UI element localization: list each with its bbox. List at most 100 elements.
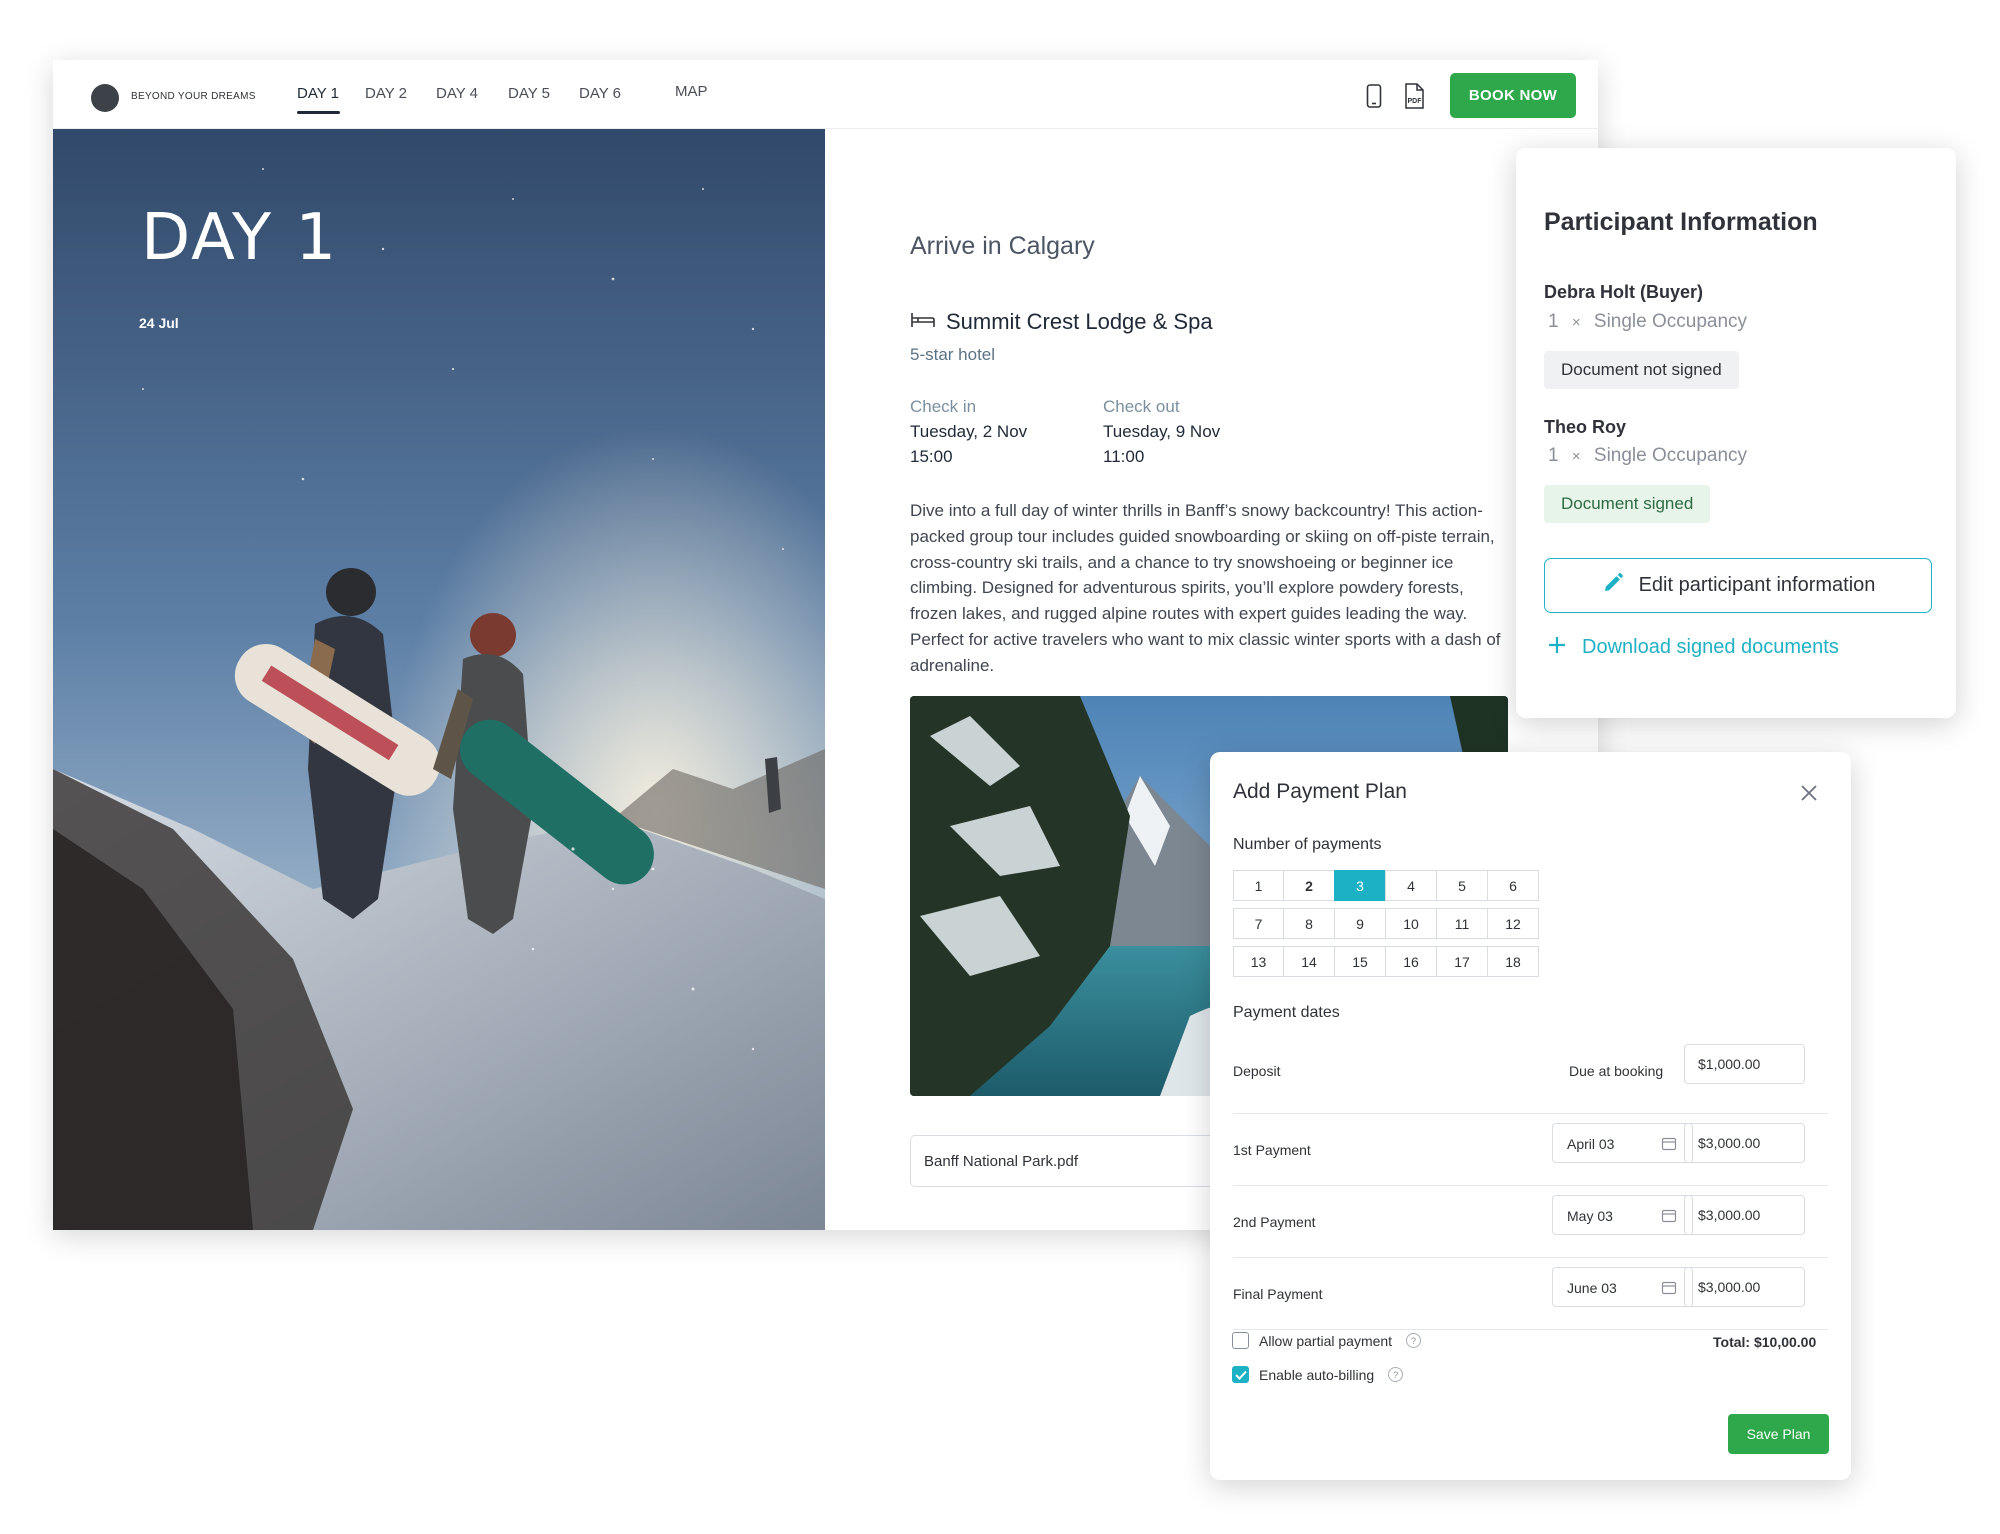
payment-count-option[interactable]: 5 (1436, 870, 1488, 901)
hero-image: DAY 1 24 Jul (53, 129, 825, 1230)
deposit-amount-input[interactable]: $1,000.00 (1684, 1044, 1805, 1084)
payment-date-value: April 03 (1567, 1136, 1615, 1152)
payment-count-option[interactable]: 12 (1487, 908, 1539, 939)
tab-day-1[interactable]: DAY 1 (297, 85, 339, 102)
calendar-icon (1661, 1208, 1677, 1228)
hotel-name: Summit Crest Lodge & Spa (946, 309, 1213, 334)
occupancy-times: × (1571, 314, 1581, 331)
tab-day-4[interactable]: DAY 4 (436, 85, 478, 102)
pdf-icon-label: PDF (1408, 98, 1423, 105)
pdf-icon[interactable]: PDF (1399, 80, 1429, 112)
brand-logo[interactable] (91, 84, 119, 112)
calendar-icon (1661, 1136, 1677, 1156)
edit-participant-button[interactable]: Edit participant information (1544, 558, 1932, 613)
tab-day-2[interactable]: DAY 2 (365, 85, 407, 102)
deposit-due-text: Due at booking (1569, 1063, 1664, 1079)
payment-count-option[interactable]: 6 (1487, 870, 1539, 901)
day-description: Dive into a full day of winter thrills i… (910, 501, 1501, 675)
payment-date-value: May 03 (1567, 1208, 1613, 1224)
pdf-attachment[interactable]: Banff National Park.pdf (910, 1135, 1240, 1187)
payment-amount-input[interactable]: $3,000.00 (1684, 1267, 1805, 1307)
payment-amount-input[interactable]: $3,000.00 (1684, 1195, 1805, 1235)
occupancy-type: Single Occupancy (1593, 311, 1748, 332)
payment-label: 1st Payment (1233, 1142, 1311, 1158)
deposit-label: Deposit (1233, 1063, 1281, 1079)
participant-occupancy: 1 × Single Occupancy (1548, 445, 1747, 467)
hero-day-date: 24 Jul (139, 315, 179, 331)
occupancy-type: Single Occupancy (1593, 445, 1748, 466)
check-in-label: Check in (910, 397, 977, 416)
snowboarders-photo (53, 129, 825, 1230)
occupancy-qty: 1 (1548, 311, 1559, 332)
help-icon[interactable]: ? (1388, 1367, 1404, 1382)
payment-row: Final Payment June 03 $3,000.00 (1233, 1258, 1828, 1330)
check-in-date: Tuesday, 2 Nov (910, 422, 1028, 441)
auto-billing-row: Enable auto-billing ? (1232, 1366, 1404, 1383)
payment-label: Final Payment (1233, 1286, 1323, 1302)
payment-count-option[interactable]: 10 (1385, 908, 1437, 939)
tab-map[interactable]: MAP (675, 83, 708, 100)
brand-name: BEYOND YOUR DREAMS (131, 91, 256, 102)
participant-card-title: Participant Information (1544, 208, 1818, 236)
occupancy-qty: 1 (1548, 445, 1559, 466)
payment-date-input[interactable]: May 03 (1552, 1195, 1693, 1235)
book-now-button[interactable]: BOOK NOW (1450, 73, 1576, 118)
payment-count-option[interactable]: 9 (1334, 908, 1386, 939)
modal-title: Add Payment Plan (1233, 780, 1407, 803)
payment-count-option[interactable]: 2 (1283, 870, 1335, 901)
hero-day-title: DAY 1 (141, 201, 339, 275)
payment-row: 2nd Payment May 03 $3,000.00 (1233, 1186, 1828, 1258)
payment-count-option[interactable]: 17 (1436, 946, 1488, 977)
payment-date-input[interactable]: June 03 (1552, 1267, 1693, 1307)
allow-partial-payment-label: Allow partial payment (1259, 1332, 1393, 1349)
payment-count-option[interactable]: 7 (1233, 908, 1284, 939)
top-navigation: BEYOND YOUR DREAMS DAY 1 DAY 2 DAY 4 DAY… (53, 60, 1598, 129)
payment-plan-modal: Add Payment Plan Number of payments 1234… (1210, 752, 1851, 1480)
deposit-row: Deposit Due at booking $1,000.00 (1233, 1042, 1828, 1114)
plus-icon (1548, 636, 1566, 659)
tab-day-5[interactable]: DAY 5 (508, 85, 550, 102)
check-in-time: 15:00 (910, 447, 953, 466)
check-out-date: Tuesday, 9 Nov (1103, 422, 1221, 441)
edit-participant-label: Edit participant information (1638, 574, 1876, 596)
auto-billing-checkbox[interactable] (1232, 1366, 1249, 1383)
payment-date-input[interactable]: April 03 (1552, 1123, 1693, 1163)
hotel-row: Summit Crest Lodge & Spa (910, 309, 1213, 335)
day-heading: Arrive in Calgary (910, 232, 1095, 260)
mobile-icon[interactable] (1359, 80, 1389, 112)
auto-billing-label: Enable auto-billing (1259, 1366, 1375, 1383)
participant-name: Theo Roy (1544, 417, 1627, 437)
participant-info-card: Participant Information Debra Holt (Buye… (1516, 148, 1956, 718)
close-icon[interactable] (1798, 782, 1820, 804)
payment-total: Total: $10,00.00 (1713, 1334, 1817, 1350)
payment-count-option[interactable]: 13 (1233, 946, 1284, 977)
allow-partial-payment-checkbox[interactable] (1232, 1332, 1249, 1349)
allow-partial-payment-row: Allow partial payment ? (1232, 1332, 1422, 1349)
payment-label: 2nd Payment (1233, 1214, 1316, 1230)
document-status-badge: Document not signed (1544, 351, 1739, 389)
payment-count-option[interactable]: 18 (1487, 946, 1539, 977)
tab-day-6[interactable]: DAY 6 (579, 85, 621, 102)
number-of-payments-label: Number of payments (1233, 836, 1382, 853)
pencil-icon (1601, 571, 1625, 600)
occupancy-times: × (1571, 448, 1581, 465)
payment-count-option[interactable]: 15 (1334, 946, 1386, 977)
payment-dates-label: Payment dates (1233, 1004, 1340, 1021)
payment-count-option[interactable]: 16 (1385, 946, 1437, 977)
bed-icon (910, 311, 936, 334)
payment-amount-input[interactable]: $3,000.00 (1684, 1123, 1805, 1163)
payment-count-option[interactable]: 14 (1283, 946, 1335, 977)
payment-count-option[interactable]: 8 (1283, 908, 1335, 939)
active-tab-indicator (297, 111, 340, 114)
number-of-payments-selector: 1 2 3 4 5 6 7 8 9 10 11 12 13 14 15 16 17 18 (1233, 870, 1539, 977)
payment-count-option[interactable]: 1 (1233, 870, 1284, 901)
payment-count-option[interactable]: 3 (1334, 870, 1386, 901)
payment-count-option[interactable]: 11 (1436, 908, 1488, 939)
payment-count-option[interactable]: 4 (1385, 870, 1437, 901)
calendar-icon (1661, 1280, 1677, 1300)
payment-row: 1st Payment April 03 $3,000.00 (1233, 1114, 1828, 1186)
help-icon[interactable]: ? (1406, 1333, 1422, 1348)
download-signed-documents-link[interactable]: Download signed documents (1548, 636, 1839, 659)
hotel-type: 5-star hotel (910, 345, 996, 364)
save-plan-button[interactable]: Save Plan (1728, 1414, 1829, 1454)
